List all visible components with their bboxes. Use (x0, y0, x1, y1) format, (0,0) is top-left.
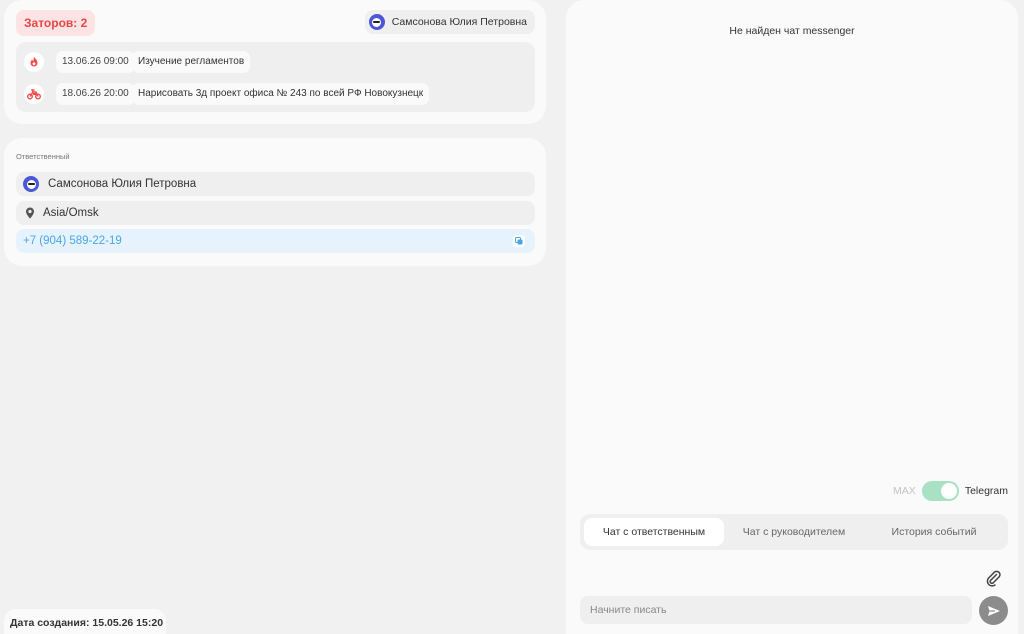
blocker-title: Изучение регламентов (132, 51, 251, 73)
copy-icon[interactable] (513, 235, 525, 247)
responsible-label: Ответственный (16, 152, 70, 161)
blocker-title: Нарисовать 3д проект офиса № 243 по всей… (132, 83, 430, 105)
timezone-value: Asia/Omsk (43, 207, 99, 219)
send-icon (987, 605, 1000, 616)
blocker-date: 13.06.26 09:00 (56, 51, 135, 73)
messenger-toggle-group: MAX Telegram (893, 481, 1008, 501)
blockers-card: Заторов: 2 Самсонова Юлия Петровна 13.06… (4, 0, 546, 124)
motorcycle-icon (24, 84, 44, 104)
responsible-name: Самсонова Юлия Петровна (48, 178, 197, 190)
messenger-toggle[interactable] (921, 481, 959, 501)
avatar (368, 14, 385, 30)
phone-row[interactable]: +7 (904) 589-22-19 (16, 229, 535, 253)
chat-tabs: Чат с ответственным Чат с руководителем … (580, 514, 1008, 550)
blocker-date: 18.06.26 20:00 (56, 83, 135, 105)
location-pin-icon (23, 206, 37, 220)
send-button[interactable] (979, 596, 1008, 625)
phone-number[interactable]: +7 (904) 589-22-19 (23, 235, 122, 247)
paperclip-icon[interactable] (984, 569, 1002, 587)
creation-date-card: Дата создания: 15.05.26 15:20 (4, 609, 166, 634)
tab-chat-responsible[interactable]: Чат с ответственным (584, 518, 724, 546)
blocker-list: 13.06.26 09:00 Изучение регламентов 18.0… (16, 42, 535, 112)
responsible-card: Ответственный Самсонова Юлия Петровна As… (4, 138, 546, 266)
chat-empty-message: Не найден чат messenger (729, 25, 855, 37)
message-input[interactable] (580, 596, 972, 624)
timezone-row: Asia/Omsk (16, 201, 535, 225)
assignee-chip[interactable]: Самсонова Юлия Петровна (364, 10, 535, 34)
responsible-name-row[interactable]: Самсонова Юлия Петровна (16, 172, 535, 196)
blockers-count-badge[interactable]: Заторов: 2 (16, 10, 96, 36)
tab-chat-manager[interactable]: Чат с руководителем (724, 518, 864, 546)
fire-icon (24, 52, 44, 72)
assignee-name: Самсонова Юлия Петровна (391, 16, 527, 28)
avatar (23, 176, 39, 192)
tab-event-history[interactable]: История событий (864, 518, 1004, 546)
toggle-telegram-label[interactable]: Telegram (965, 485, 1008, 497)
toggle-max-label[interactable]: MAX (893, 485, 916, 497)
chat-panel: Не найден чат messenger MAX Telegram Чат… (566, 0, 1018, 634)
creation-date: Дата создания: 15.05.26 15:20 (10, 617, 164, 629)
